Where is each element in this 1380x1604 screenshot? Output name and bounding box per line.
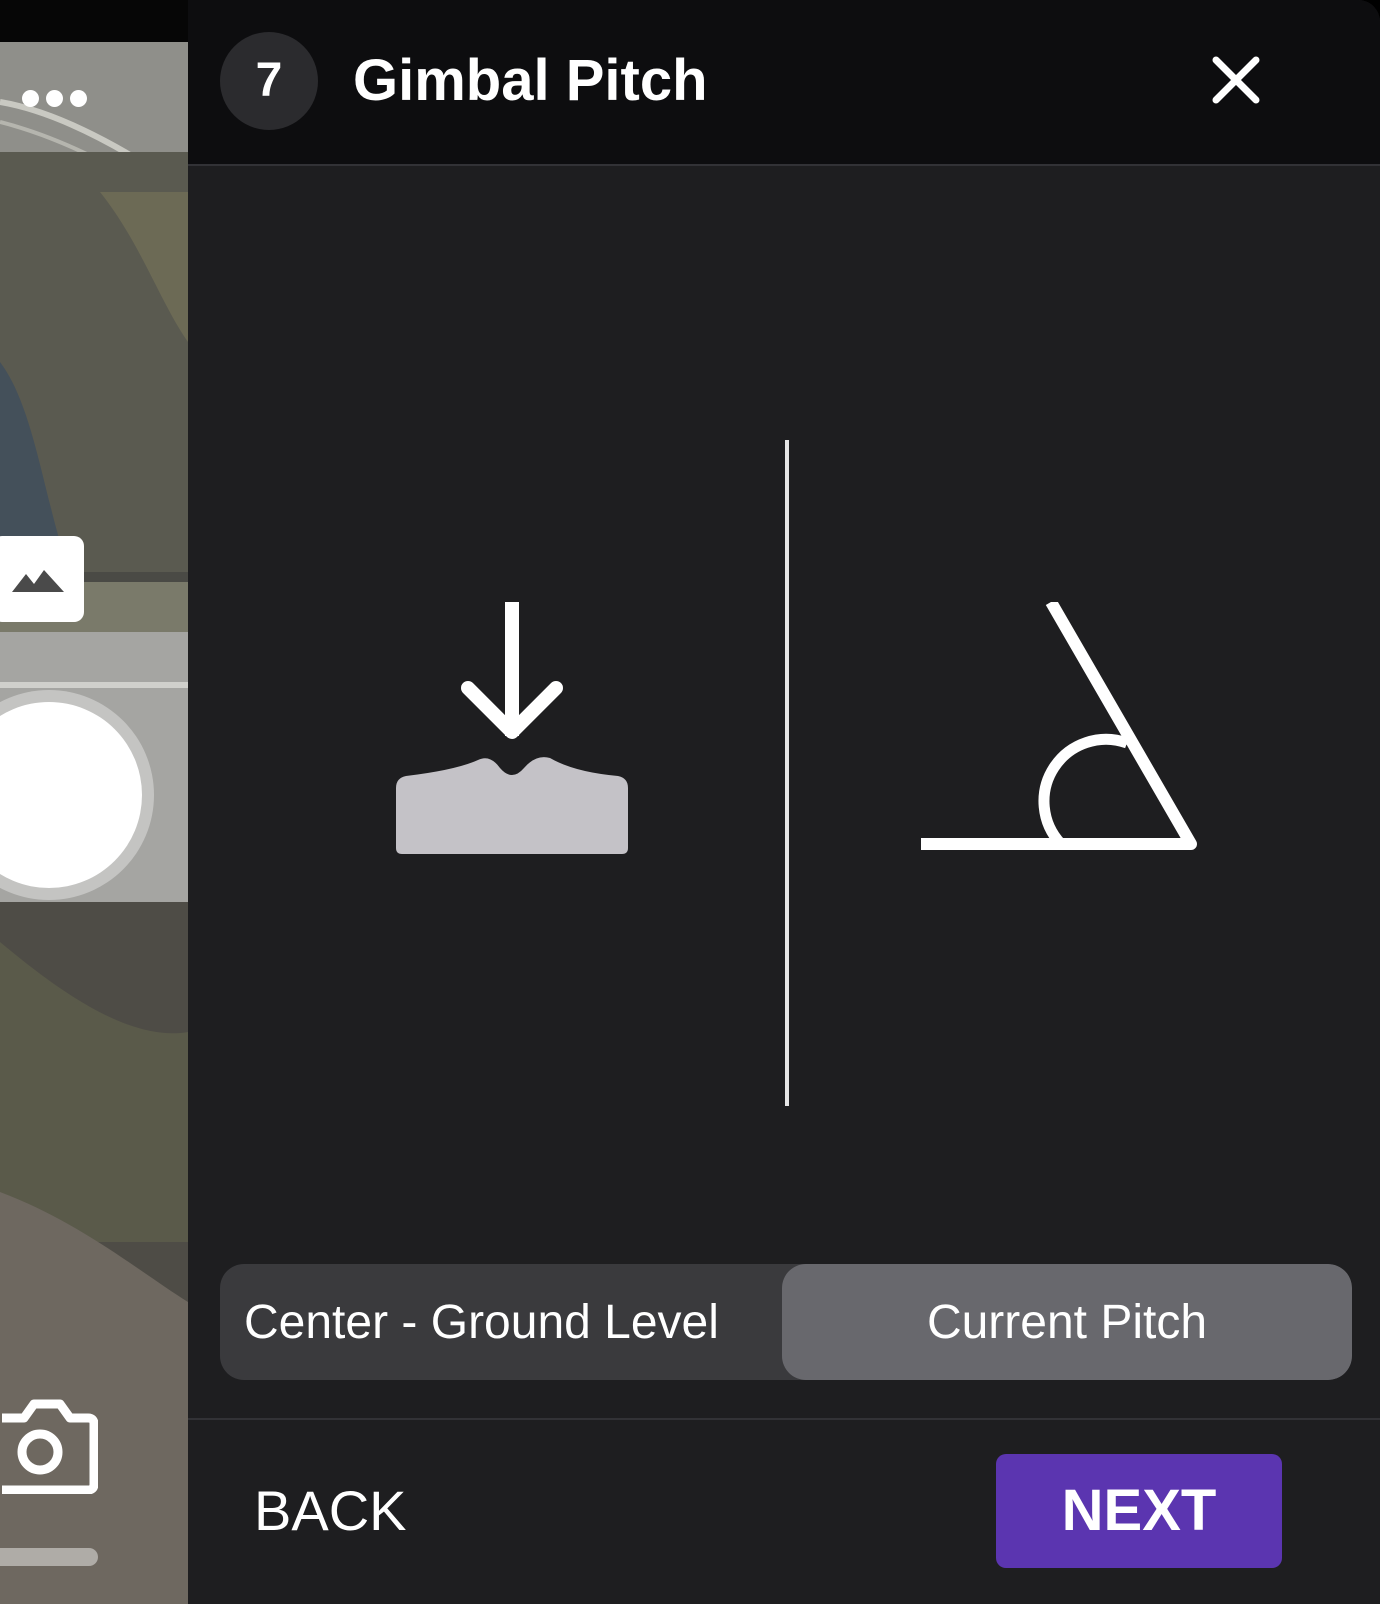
camera-top-bar [0,0,188,42]
close-button[interactable] [1206,50,1266,110]
pitch-illustrations [188,166,1380,1262]
next-button[interactable]: NEXT [996,1454,1282,1568]
footer-divider [188,1418,1380,1420]
option-divider [785,440,789,1106]
current-pitch-icon [921,602,1197,850]
more-dots-icon[interactable] [22,84,94,112]
strip-handle[interactable] [0,1548,98,1566]
gallery-icon [12,570,64,592]
camera-preview-strip [0,0,188,1604]
gallery-button[interactable] [0,536,84,622]
pitch-mode-segmented-control: Center - Ground Level Current Pitch [220,1264,1352,1380]
gimbal-pitch-dialog: 7 Gimbal Pitch Center - Ground Level Cur… [188,0,1380,1604]
step-number-badge: 7 [220,32,318,130]
dialog-title: Gimbal Pitch [353,48,708,113]
segment-center-ground-level[interactable]: Center - Ground Level [220,1264,782,1380]
ground-level-icon [396,602,628,854]
close-icon [1212,56,1260,104]
segment-current-pitch[interactable]: Current Pitch [782,1264,1352,1380]
dialog-header: 7 Gimbal Pitch [188,0,1380,166]
back-button[interactable]: BACK [254,1476,407,1546]
camera-icon[interactable] [0,1398,98,1494]
